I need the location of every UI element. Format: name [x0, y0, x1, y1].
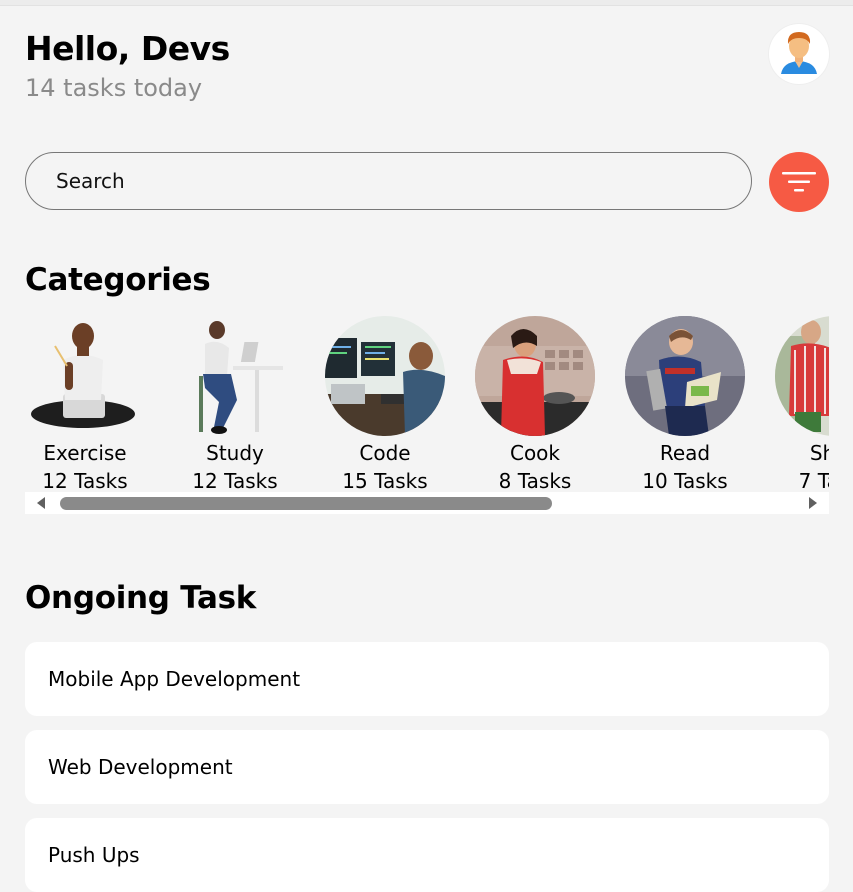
category-name: Read	[659, 441, 711, 465]
ongoing-task-title: Ongoing Task	[25, 580, 257, 616]
scroll-thumb[interactable]	[60, 497, 552, 510]
shop-image	[775, 316, 829, 436]
filter-icon	[782, 172, 816, 192]
search-input[interactable]: Search	[25, 152, 752, 210]
category-cook[interactable]: Cook 8 Tasks	[475, 316, 595, 492]
categories-carousel[interactable]: Exercise 12 Tasks Study 12 Tasks Code 15…	[25, 316, 829, 492]
scroll-left-arrow-icon[interactable]	[37, 497, 45, 509]
top-divider	[0, 0, 853, 6]
code-image	[325, 316, 445, 436]
category-exercise[interactable]: Exercise 12 Tasks	[25, 316, 145, 492]
category-read[interactable]: Read 10 Tasks	[625, 316, 745, 492]
task-label: Web Development	[48, 755, 233, 779]
cook-image	[475, 316, 595, 436]
category-study[interactable]: Study 12 Tasks	[175, 316, 295, 492]
category-count: 15 Tasks	[342, 469, 428, 492]
category-count: 7 Tasks	[798, 469, 829, 492]
task-card[interactable]: Push Ups	[25, 818, 829, 892]
filter-button[interactable]	[769, 152, 829, 212]
task-label: Mobile App Development	[48, 667, 301, 691]
greeting-title: Hello, Devs	[25, 29, 230, 68]
avatar[interactable]	[769, 24, 829, 84]
category-count: 10 Tasks	[642, 469, 728, 492]
category-count: 12 Tasks	[192, 469, 278, 492]
header: Hello, Devs 14 tasks today	[25, 28, 230, 106]
category-shop[interactable]: Shop 7 Tasks	[775, 316, 829, 492]
category-name: Shop	[809, 441, 829, 465]
task-card[interactable]: Web Development	[25, 730, 829, 804]
category-count: 8 Tasks	[498, 469, 572, 492]
study-image	[175, 316, 295, 436]
task-label: Push Ups	[48, 843, 140, 867]
read-image	[625, 316, 745, 436]
categories-scrollbar[interactable]	[25, 492, 829, 514]
category-count: 12 Tasks	[42, 469, 128, 492]
category-code[interactable]: Code 15 Tasks	[325, 316, 445, 492]
category-name: Study	[206, 441, 264, 465]
scroll-right-arrow-icon[interactable]	[809, 497, 817, 509]
categories-title: Categories	[25, 262, 211, 298]
exercise-image	[25, 316, 145, 436]
person-icon	[781, 32, 817, 74]
task-count-subtitle: 14 tasks today	[25, 74, 203, 102]
category-name: Cook	[509, 441, 561, 465]
category-name: Exercise	[43, 441, 127, 465]
task-card[interactable]: Mobile App Development	[25, 642, 829, 716]
category-name: Code	[359, 441, 411, 465]
search-placeholder: Search	[56, 169, 125, 193]
